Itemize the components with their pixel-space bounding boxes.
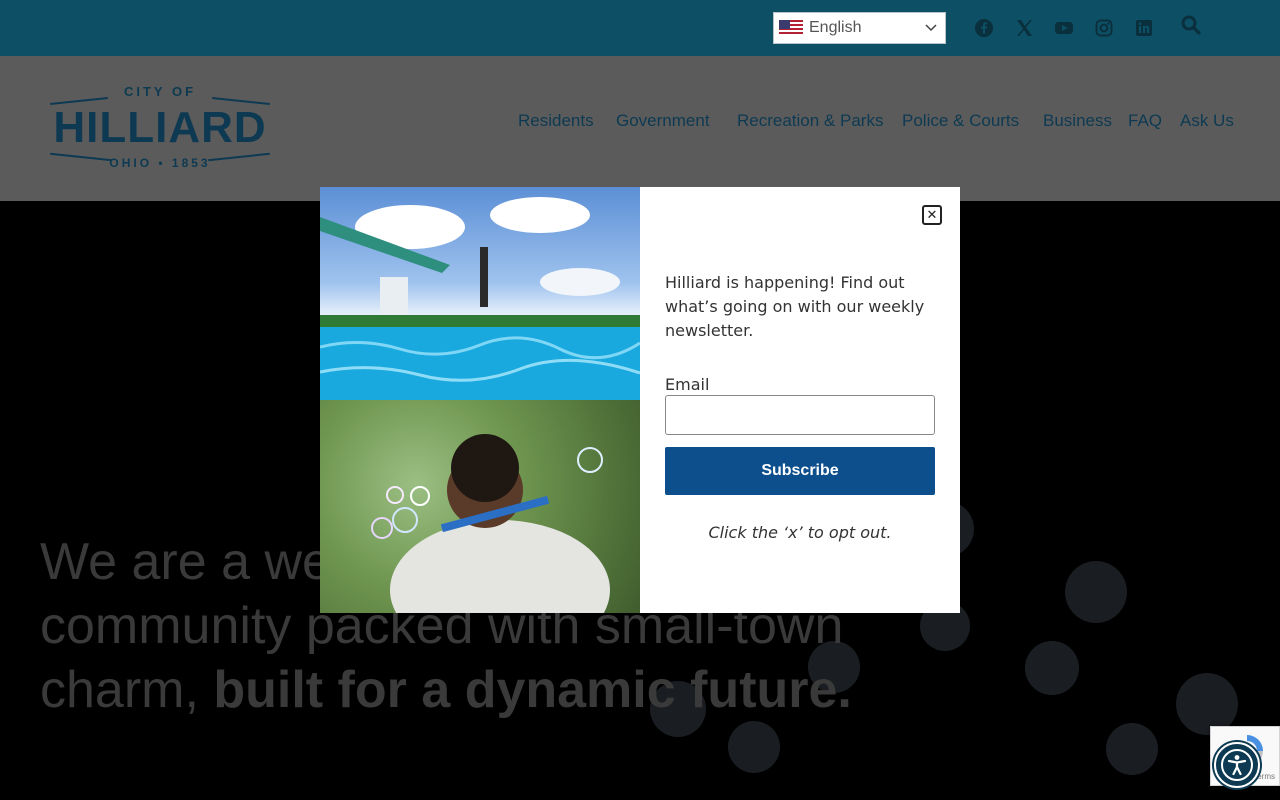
subscribe-button[interactable]: Subscribe: [665, 447, 935, 495]
logo-main-text: HILLIARD: [53, 103, 267, 152]
language-selector[interactable]: English: [773, 12, 946, 44]
close-button[interactable]: ✕: [922, 205, 942, 225]
close-icon: ✕: [926, 207, 938, 223]
decor-bubble: [1025, 641, 1079, 695]
hero-headline-bold: built for a dynamic future.: [213, 661, 852, 719]
facebook-icon[interactable]: [974, 18, 994, 38]
nav-residents[interactable]: Residents: [518, 111, 594, 131]
logo-bottom-text: OHIO • 1853: [109, 156, 211, 170]
accessibility-button[interactable]: [1214, 742, 1260, 788]
newsletter-intro: Hilliard is happening! Find out what’s g…: [665, 273, 925, 340]
opt-out-note: Click the ‘x’ to opt out.: [708, 523, 892, 542]
nav-faq[interactable]: FAQ: [1128, 111, 1162, 131]
hero-headline-line-3: charm,: [40, 661, 214, 719]
decor-bubble: [1065, 561, 1127, 623]
nav-ask-us[interactable]: Ask Us: [1180, 111, 1234, 131]
linkedin-icon[interactable]: [1134, 18, 1154, 38]
youtube-icon[interactable]: [1054, 18, 1074, 38]
decor-bubble: [1106, 723, 1158, 775]
newsletter-modal: ✕ Hilliard is happening! Find out what’s…: [320, 187, 960, 613]
search-icon[interactable]: [1180, 14, 1202, 36]
city-logo[interactable]: CITY OF HILLIARD OHIO • 1853: [48, 84, 272, 174]
hero-headline-line-1: We are a we: [40, 533, 331, 591]
child-bubbles-photo: [320, 400, 640, 613]
accessibility-icon: [1221, 749, 1253, 781]
us-flag-icon: [779, 20, 803, 36]
instagram-icon[interactable]: [1094, 18, 1114, 38]
email-label: Email: [665, 375, 710, 394]
nav-government[interactable]: Government: [616, 111, 710, 131]
nav-recreation-parks[interactable]: Recreation & Parks: [737, 111, 883, 131]
top-bar: English: [0, 0, 1280, 56]
nav-business[interactable]: Business: [1043, 111, 1112, 131]
logo-top-text: CITY OF: [123, 84, 197, 99]
recaptcha-terms[interactable]: erms: [1257, 772, 1275, 781]
nav-police-courts[interactable]: Police & Courts: [902, 111, 1019, 131]
chevron-down-icon: [925, 21, 937, 35]
pool-diving-photo: [320, 187, 640, 400]
language-label: English: [809, 19, 862, 36]
email-field[interactable]: [665, 395, 935, 435]
decor-bubble: [728, 721, 780, 773]
x-twitter-icon[interactable]: [1014, 18, 1034, 38]
